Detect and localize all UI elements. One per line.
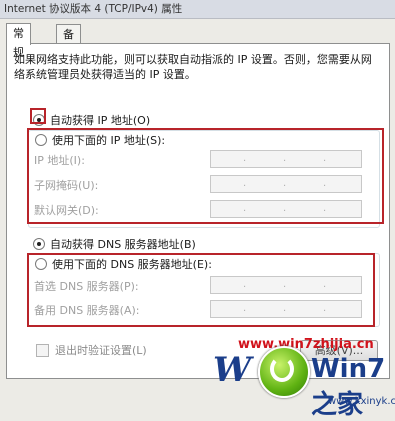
logo-text: Win7之家: [311, 354, 386, 420]
validate-settings-checkbox[interactable]: [36, 343, 49, 357]
auto-dns-option[interactable]: 自动获得 DNS 服务器地址(B): [33, 236, 196, 252]
auto-ip-option[interactable]: 自动获得 IP 地址(O): [33, 112, 150, 128]
logo-win-text: W: [213, 350, 251, 390]
window-title: Internet 协议版本 4 (TCP/IPv4) 属性: [4, 3, 183, 15]
auto-ip-label: 自动获得 IP 地址(O): [50, 114, 151, 127]
validate-settings-label: 退出时验证设置(L): [55, 344, 147, 357]
description-text: 如果网络支持此功能，则可以获取自动指派的 IP 设置。否则，您需要从网络系统管理…: [14, 53, 372, 81]
tab-alternate-config[interactable]: 备用配置: [56, 24, 81, 98]
auto-dns-label: 自动获得 DNS 服务器地址(B): [50, 238, 196, 251]
tab-general[interactable]: 常规: [6, 23, 31, 59]
validate-settings-option[interactable]: 退出时验证设置(L): [36, 342, 147, 358]
auto-ip-highlight-box: [30, 108, 46, 124]
window-titlebar: Internet 协议版本 4 (TCP/IPv4) 属性: [0, 0, 395, 19]
win7-logo-watermark: W Win7之家 www.kxinyk.com: [213, 344, 395, 420]
logo-site-url: www.kxinyk.com: [328, 396, 395, 407]
power-icon: [258, 346, 310, 398]
manual-ip-highlight-box: [27, 128, 384, 224]
manual-dns-highlight-box: [27, 253, 375, 327]
auto-dns-radio[interactable]: [33, 238, 45, 250]
